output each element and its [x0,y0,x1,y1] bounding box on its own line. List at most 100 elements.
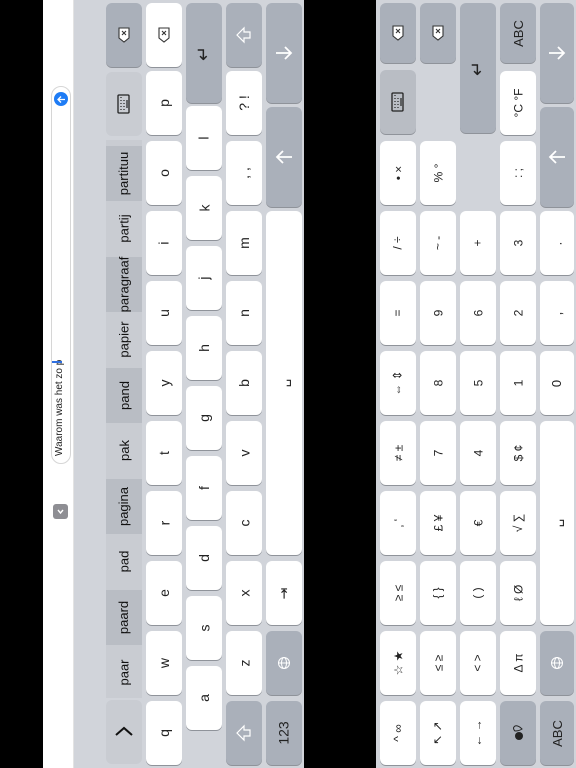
delete-button[interactable] [146,3,182,67]
prediction-item[interactable]: pand [106,367,142,423]
sym-col4-6[interactable]: 3 [500,211,536,275]
sym-col1-8[interactable]: • × [380,141,416,205]
sym-col3-0[interactable]: ← → [460,701,496,765]
sym-col3-1[interactable]: < > [460,631,496,695]
prediction-item[interactable]: paragraaf [106,256,142,312]
key-row3-0[interactable]: z [226,631,262,695]
symbols-return-button[interactable]: ↵ [460,3,496,133]
key-l[interactable]: l [186,106,222,170]
prediction-item[interactable]: pak [106,423,142,478]
key-w[interactable]: w [146,631,182,695]
key-k[interactable]: k [186,176,222,240]
sym-col2-8[interactable]: % ° [420,141,456,205]
sym-col3-7[interactable]: + [460,211,496,275]
sym-col1-6[interactable]: = [380,281,416,345]
key-u[interactable]: u [146,281,182,345]
prediction-item[interactable]: pagina [106,478,142,534]
sym-col2-6[interactable]: 9 [420,281,456,345]
symbols-arrow-up-button[interactable] [540,3,574,103]
sym-col2-0[interactable]: ↖ ↗ [420,701,456,765]
send-button[interactable] [54,92,68,106]
sym-col5-2[interactable]: . [540,211,574,275]
sym-col4-2[interactable]: √ ∑ [500,491,536,555]
key-t[interactable]: t [146,421,182,485]
sym-col1-1[interactable]: ☆ ★ [380,631,416,695]
key-row3-5[interactable]: n [226,281,262,345]
sym-col4-0[interactable]: Δ π [500,631,536,695]
key-o[interactable]: o [146,141,182,205]
delete-word-button[interactable] [106,3,142,67]
sym-col3-6[interactable]: 6 [460,281,496,345]
key-row3-4[interactable]: b [226,351,262,415]
sym-col2-2[interactable]: { } [420,561,456,625]
key-y[interactable]: y [146,351,182,415]
sym-col4-1[interactable]: ℓ Ø [500,561,536,625]
keyboard-layout-button[interactable] [106,72,142,136]
return-button[interactable]: ↵ [186,3,222,103]
prediction-item[interactable]: partij [106,201,142,256]
key-row3-7[interactable]: , , [226,141,262,205]
key-row3-2[interactable]: c [226,491,262,555]
sym-col2-1[interactable]: ≤ ≥ [420,631,456,695]
key-s[interactable]: s [186,596,222,660]
key-g[interactable]: g [186,386,222,450]
sym-col2-5[interactable]: 8 [420,351,456,415]
prediction-item[interactable]: paar [106,645,142,700]
sym-col4-4[interactable]: 1 [500,351,536,415]
prediction-item[interactable]: pad [106,534,142,589]
sym-col2-3[interactable]: £ ¥ [420,491,456,555]
key-row3-1[interactable]: x [226,561,262,625]
key-row3-8[interactable]: ? ! [226,71,262,135]
sym-col1-3[interactable]: ‚ ‘ [380,491,416,555]
key-r[interactable]: r [146,491,182,555]
symbols-space-bar[interactable]: ␣ [540,421,574,625]
sym-col4-5[interactable]: 2 [500,281,536,345]
sym-col4-7[interactable]: : ; [500,141,536,205]
key-f[interactable]: f [186,456,222,520]
sym-col3-5[interactable]: 5 [460,351,496,415]
sym-col3-4[interactable]: 4 [460,421,496,485]
sym-col1-2[interactable]: ≥ ≤ [380,561,416,625]
prediction-item[interactable]: papier [106,312,142,367]
sym-col1-4[interactable]: ≠ ± [380,421,416,485]
arrow-up-button[interactable] [266,3,302,103]
sym-col1-7[interactable]: / ÷ [380,211,416,275]
symbols-keyboard-layout-button[interactable] [380,70,416,134]
space-bar[interactable]: ␣ [266,211,302,555]
sym-col4-8[interactable]: °C °F [500,71,536,135]
sym-col2-4[interactable]: 7 [420,421,456,485]
sym-col1-0[interactable]: ^ ∞ [380,701,416,765]
collapse-button[interactable] [53,504,68,519]
symbols-delete-button[interactable] [420,3,456,63]
symbols-delete-word-button[interactable] [380,3,416,63]
abc-button-bottom[interactable]: ABC [540,701,574,765]
apple-key[interactable] [500,701,536,765]
key-row3-6[interactable]: m [226,211,262,275]
key-q[interactable]: q [146,701,182,765]
key-row3-3[interactable]: v [226,421,262,485]
key-d[interactable]: d [186,526,222,590]
prediction-item[interactable]: paard [106,589,142,645]
prediction-item[interactable]: partituu [106,145,142,201]
key-j[interactable]: j [186,246,222,310]
key-p[interactable]: p [146,71,182,135]
numbers-button[interactable]: 123 [266,701,302,765]
tab-key[interactable]: ⇥ [266,561,302,625]
sym-col1-5[interactable]: ⇔ ⇕ [380,351,416,415]
symbols-globe-button[interactable] [540,631,574,695]
sym-col3-2[interactable]: ( ) [460,561,496,625]
key-a[interactable]: a [186,666,222,730]
shift-button-top[interactable] [226,3,262,67]
dismiss-keyboard-button[interactable] [106,700,142,764]
sym-col3-3[interactable]: € [460,491,496,555]
shift-button-bottom[interactable] [226,701,262,765]
sym-col5-0[interactable]: 0 [540,351,574,415]
key-e[interactable]: e [146,561,182,625]
abc-button-top[interactable]: ABC [500,3,536,63]
key-i[interactable]: i [146,211,182,275]
arrow-down-button[interactable] [266,107,302,207]
sym-col2-7[interactable]: ~ - [420,211,456,275]
sym-col5-1[interactable]: , [540,281,574,345]
symbols-arrow-down-button[interactable] [540,107,574,207]
sym-col4-3[interactable]: $ ¢ [500,421,536,485]
